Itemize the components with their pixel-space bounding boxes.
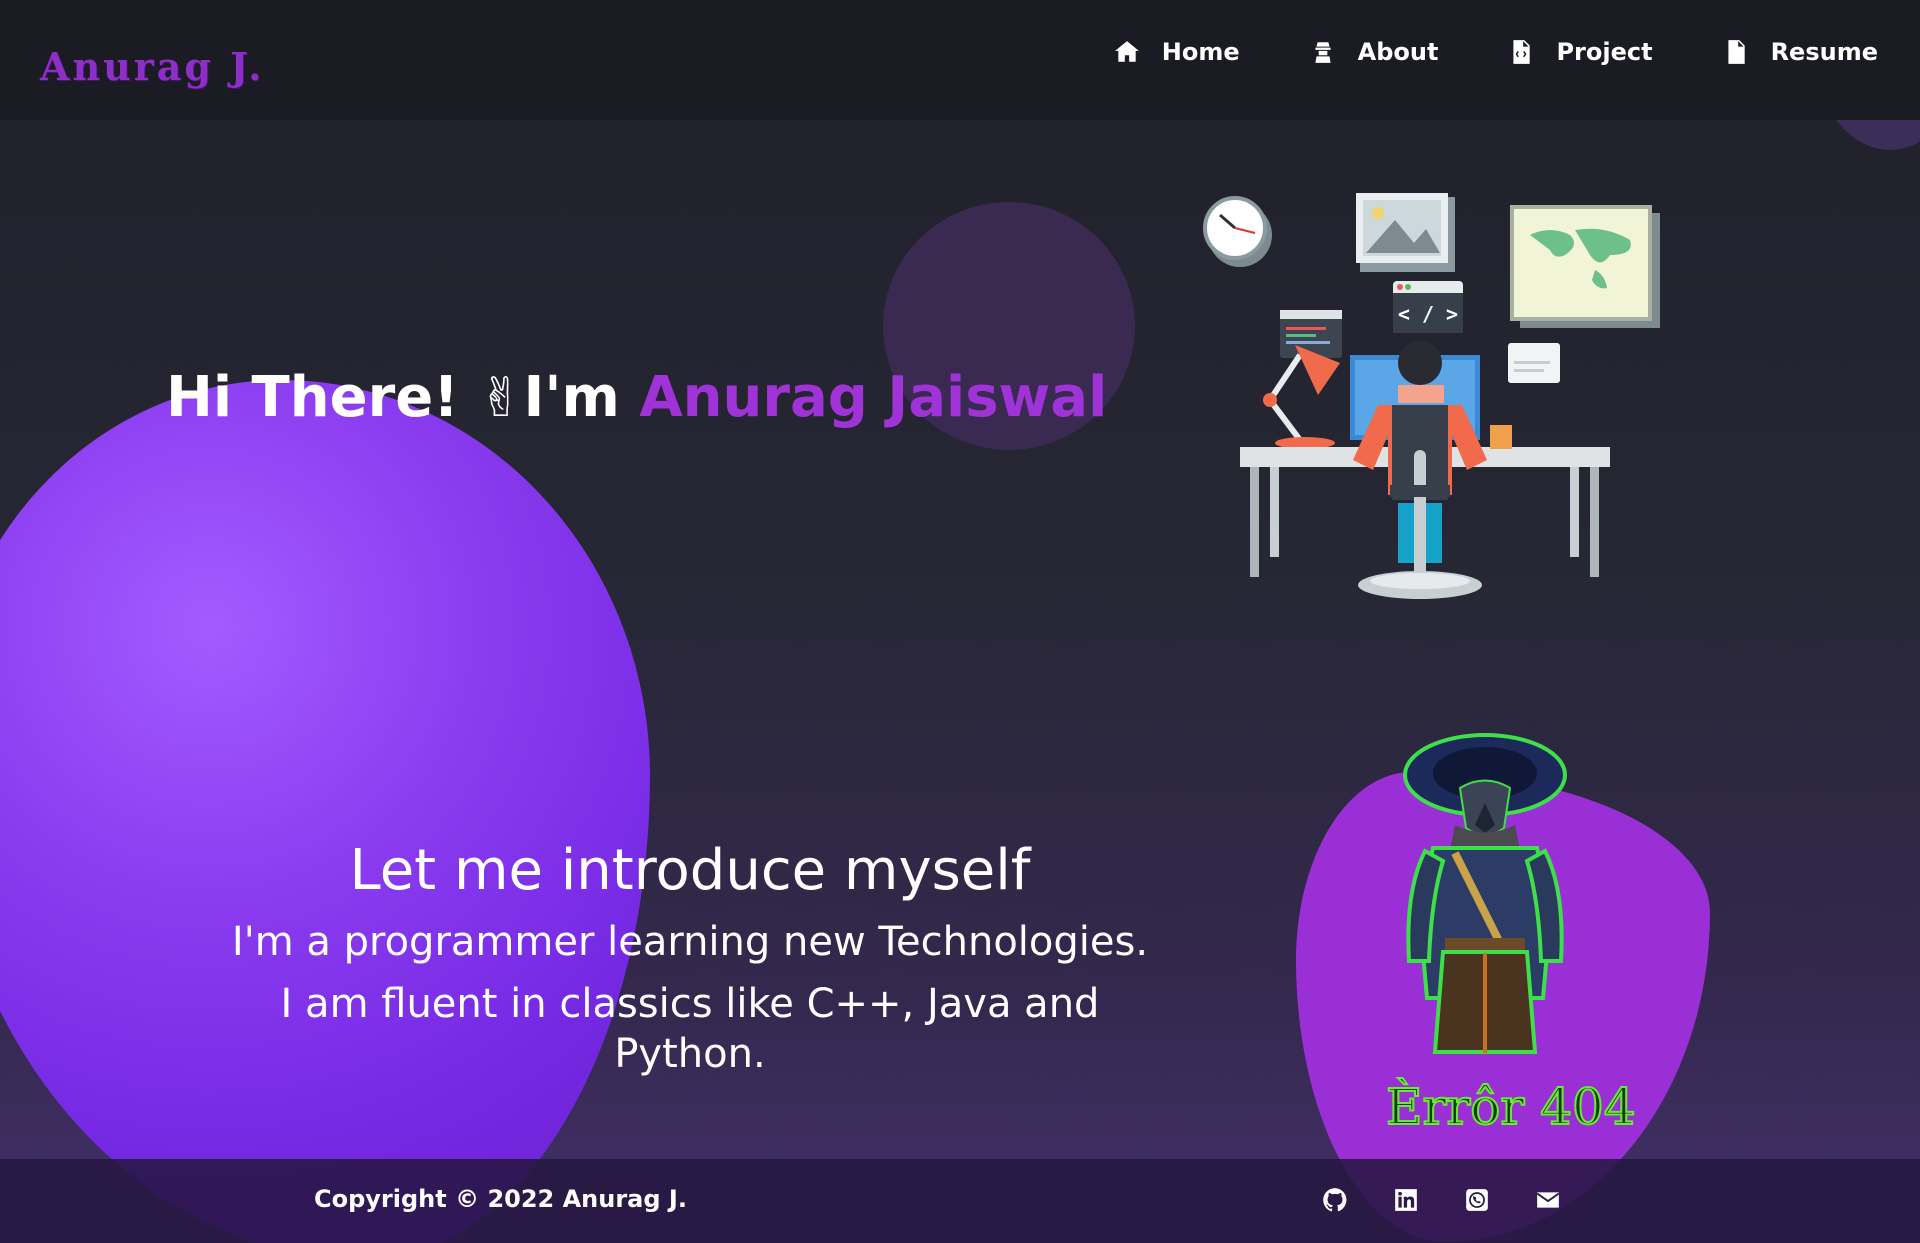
whatsapp-link[interactable] (1464, 1187, 1490, 1213)
hero-intro-prefix: I'm (523, 365, 640, 430)
background-blob (0, 380, 650, 1243)
avatar-label: Èrrôr 404 (1385, 1077, 1637, 1137)
linkedin-link[interactable] (1393, 1187, 1419, 1213)
victory-hand-icon: ✌ (478, 366, 524, 429)
nav-links: Home About Project Resume (1114, 38, 1878, 66)
intro-section: Let me introduce myself I'm a programmer… (150, 838, 1230, 1079)
svg-text:< / >: < / > (1398, 302, 1458, 326)
github-icon (1323, 1188, 1347, 1212)
intro-line-1: I'm a programmer learning new Technologi… (231, 919, 1149, 965)
nav-home[interactable]: Home (1114, 38, 1240, 66)
hero-name: Anurag Jaiswal (639, 365, 1108, 430)
nav-about[interactable]: About (1310, 38, 1439, 66)
file-code-icon (1513, 40, 1531, 64)
hero-greeting: Hi There! (166, 365, 479, 430)
nav-home-label: Home (1161, 38, 1240, 66)
site-logo[interactable]: Anurag J. (40, 44, 264, 89)
file-icon (1727, 40, 1745, 64)
home-icon (1114, 41, 1139, 62)
email-link[interactable] (1535, 1187, 1561, 1213)
linkedin-icon (1395, 1189, 1417, 1211)
nav-project-label: Project (1556, 38, 1653, 66)
developer-illustration: < / > (1203, 193, 1660, 599)
navbar: Anurag J. Home About Project Resume (0, 0, 1920, 120)
nav-resume[interactable]: Resume (1723, 38, 1878, 66)
copyright-text: Copyright © 2022 Anurag J. (314, 1185, 687, 1213)
whatsapp-icon (1466, 1189, 1488, 1211)
social-links (1322, 1187, 1561, 1213)
mail-icon (1536, 1192, 1560, 1208)
nav-resume-label: Resume (1770, 38, 1878, 66)
footer: Copyright © 2022 Anurag J. (0, 1159, 1920, 1243)
avatar-image (1403, 733, 1567, 1054)
nav-project[interactable]: Project (1508, 38, 1653, 66)
github-link[interactable] (1322, 1187, 1348, 1213)
nav-about-label: About (1357, 38, 1439, 66)
user-icon (1315, 42, 1331, 63)
hero-heading: Hi There! ✌I'm Anurag Jaiswal (166, 365, 1107, 430)
intro-heading: Let me introduce myself (349, 838, 1031, 903)
intro-line-2: I am fluent in classics like C++, Java a… (280, 981, 1100, 1077)
